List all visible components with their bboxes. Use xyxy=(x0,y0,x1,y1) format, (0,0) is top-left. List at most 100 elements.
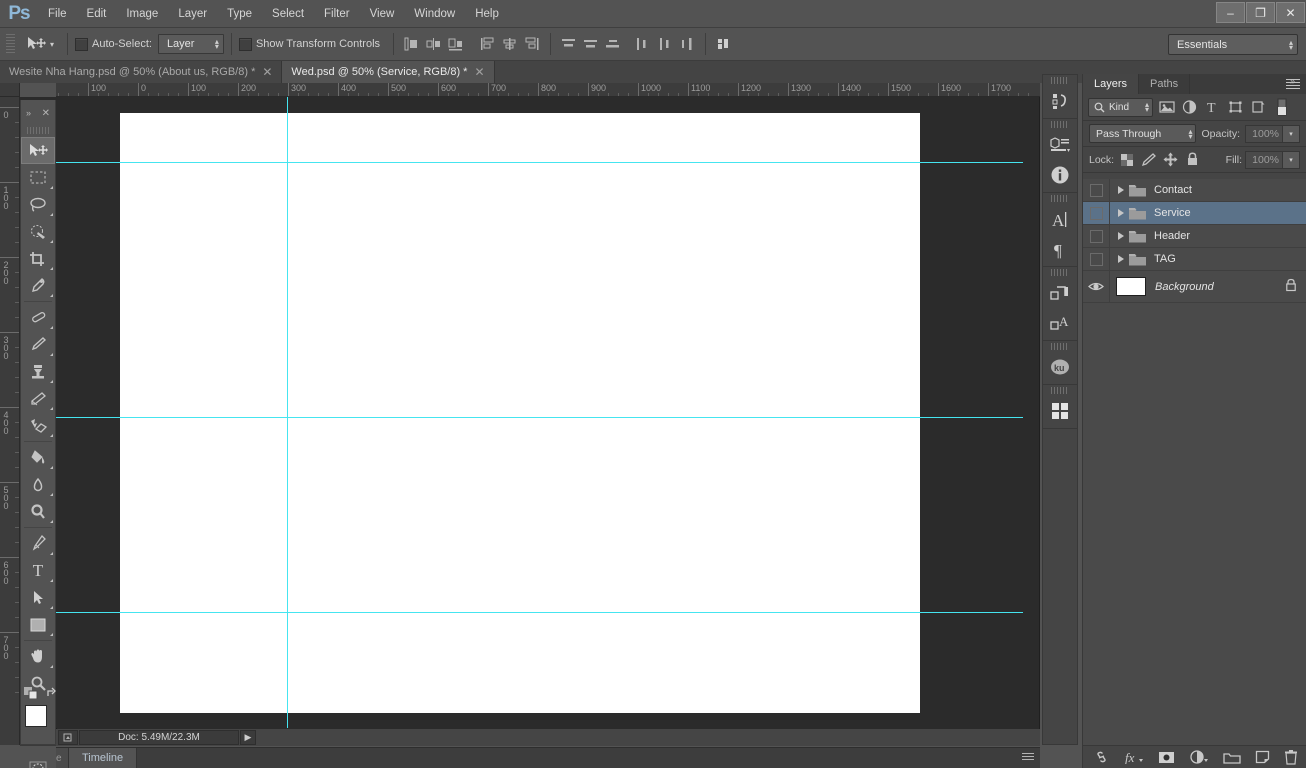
panel-expand-icon[interactable]: » xyxy=(1290,76,1304,86)
foreground-color-swatch[interactable] xyxy=(25,705,47,727)
distribute-right-edges-button[interactable] xyxy=(676,33,698,55)
properties-panel-button[interactable] xyxy=(1043,130,1077,160)
horizontal-ruler[interactable]: 2001000100200300400500600700800900100011… xyxy=(56,83,1040,97)
menu-type[interactable]: Type xyxy=(217,0,262,28)
menu-select[interactable]: Select xyxy=(262,0,314,28)
align-right-edges-button[interactable] xyxy=(445,33,467,55)
tab-layers[interactable]: Layers xyxy=(1083,74,1140,94)
link-layers-button[interactable] xyxy=(1093,751,1110,763)
tool-path-selection[interactable] xyxy=(21,584,55,611)
default-colors-icon[interactable] xyxy=(24,687,38,699)
filter-pixel-layers-button[interactable] xyxy=(1157,97,1176,118)
panel-menu-icon[interactable] xyxy=(1022,753,1034,762)
new-group-button[interactable] xyxy=(1222,751,1241,764)
character-panel-button[interactable]: A xyxy=(1043,204,1077,234)
delete-layer-button[interactable] xyxy=(1284,749,1298,765)
tool-lasso[interactable] xyxy=(21,191,55,218)
layer-comps-panel-button[interactable] xyxy=(1043,278,1077,308)
dock-grip[interactable] xyxy=(1051,121,1069,128)
guide-horizontal[interactable] xyxy=(20,612,1023,613)
close-button[interactable]: ✕ xyxy=(1276,2,1305,23)
align-left-edges-button[interactable] xyxy=(401,33,423,55)
history-panel-button[interactable] xyxy=(1043,86,1077,116)
tool-eraser[interactable] xyxy=(21,412,55,439)
restore-button[interactable]: ❐ xyxy=(1246,2,1275,23)
align-vertical-centers-button[interactable] xyxy=(499,33,521,55)
tool-quick-selection[interactable] xyxy=(21,218,55,245)
paragraph-styles-panel-button[interactable]: A xyxy=(1043,308,1077,338)
tool-pen[interactable] xyxy=(21,530,55,557)
eye-icon[interactable] xyxy=(1088,281,1104,292)
distribute-horizontal-centers-button[interactable] xyxy=(654,33,676,55)
menu-filter[interactable]: Filter xyxy=(314,0,360,28)
mini-bridge-panel-button[interactable] xyxy=(1043,396,1077,426)
distribute-vertical-centers-button[interactable] xyxy=(580,33,602,55)
distribute-top-edges-button[interactable] xyxy=(558,33,580,55)
guide-horizontal[interactable] xyxy=(20,417,1023,418)
layer-filter-toggle[interactable] xyxy=(1272,97,1291,118)
auto-align-layers-button[interactable] xyxy=(713,33,735,55)
collapse-icon[interactable]: » xyxy=(26,108,31,118)
expand-group-icon[interactable] xyxy=(1118,255,1124,263)
visibility-cell[interactable] xyxy=(1083,201,1110,225)
eye-icon-off[interactable] xyxy=(1089,183,1103,197)
tool-horizontal-type[interactable]: T xyxy=(21,557,55,584)
show-transform-controls-checkbox[interactable] xyxy=(238,37,252,51)
layer-row-background[interactable]: Background xyxy=(1083,270,1306,303)
vertical-ruler[interactable]: 0 100 200 300 400 500 600 700 xyxy=(0,97,20,745)
lock-image-pixels-button[interactable] xyxy=(1139,150,1158,169)
paragraph-panel-button[interactable]: ¶ xyxy=(1043,234,1077,264)
align-top-edges-button[interactable] xyxy=(477,33,499,55)
document-tab-wesite-nha-hang[interactable]: Wesite Nha Hang.psd @ 50% (About us, RGB… xyxy=(0,61,283,83)
dock-grip[interactable] xyxy=(1051,269,1069,276)
distribute-left-edges-button[interactable] xyxy=(632,33,654,55)
lock-transparent-pixels-button[interactable] xyxy=(1117,150,1136,169)
add-layer-mask-button[interactable] xyxy=(1158,751,1175,764)
workspace-dropdown[interactable]: Essentials ▴ ▾ xyxy=(1168,34,1298,55)
distribute-bottom-edges-button[interactable] xyxy=(602,33,624,55)
tab-paths[interactable]: Paths xyxy=(1139,74,1191,94)
tool-clone-stamp[interactable] xyxy=(21,358,55,385)
guide-vertical[interactable] xyxy=(287,97,288,728)
filter-adjustment-layers-button[interactable] xyxy=(1180,97,1199,118)
dock-grip[interactable] xyxy=(1051,387,1069,394)
tool-rectangle[interactable] xyxy=(21,611,55,638)
auto-select-checkbox[interactable] xyxy=(75,37,89,51)
visibility-cell[interactable] xyxy=(1083,270,1110,303)
tool-brush[interactable] xyxy=(21,331,55,358)
bottom-panel-sliver[interactable]: e xyxy=(56,747,68,768)
visibility-cell[interactable] xyxy=(1083,247,1110,271)
filter-type-layers-button[interactable]: T xyxy=(1203,97,1222,118)
layer-filter-kind-dropdown[interactable]: Kind ▴ ▾ xyxy=(1088,97,1153,117)
close-icon[interactable]: ✕ xyxy=(262,66,272,78)
tab-timeline[interactable]: Timeline xyxy=(68,747,138,768)
menu-help[interactable]: Help xyxy=(465,0,509,28)
tool-eyedropper[interactable] xyxy=(21,272,55,299)
tool-move[interactable] xyxy=(21,137,55,164)
kuler-panel-button[interactable]: ku xyxy=(1043,352,1077,382)
opacity-value[interactable]: 100% xyxy=(1245,124,1283,143)
expand-group-icon[interactable] xyxy=(1118,232,1124,240)
eye-icon-off[interactable] xyxy=(1089,206,1103,220)
tool-spot-healing-brush[interactable] xyxy=(21,304,55,331)
new-layer-button[interactable] xyxy=(1255,750,1270,764)
close-icon[interactable]: ✕ xyxy=(42,108,50,119)
opacity-slider-button[interactable]: ▾ xyxy=(1283,124,1300,143)
canvas-area[interactable] xyxy=(20,97,1023,728)
quick-mask-toggle[interactable] xyxy=(21,755,55,768)
tool-hand[interactable] xyxy=(21,643,55,670)
filter-shape-layers-button[interactable] xyxy=(1226,97,1245,118)
menu-view[interactable]: View xyxy=(360,0,405,28)
status-expand-arrow[interactable]: ▶ xyxy=(240,730,256,745)
layer-list[interactable]: Contact Service Header TAG Background xyxy=(1083,178,1306,745)
artboard-canvas[interactable] xyxy=(120,113,920,713)
lock-position-button[interactable] xyxy=(1161,150,1180,169)
filter-smart-objects-button[interactable] xyxy=(1249,97,1268,118)
close-icon[interactable]: ✕ xyxy=(474,66,484,78)
layer-row-tag[interactable]: TAG xyxy=(1083,247,1306,271)
tool-gradient[interactable] xyxy=(21,444,55,471)
fill-value[interactable]: 100% xyxy=(1245,150,1283,169)
ruler-corner[interactable] xyxy=(0,83,20,97)
auto-select-scope-dropdown[interactable]: Layer ▴ ▾ xyxy=(157,34,224,54)
align-horizontal-centers-button[interactable] xyxy=(423,33,445,55)
